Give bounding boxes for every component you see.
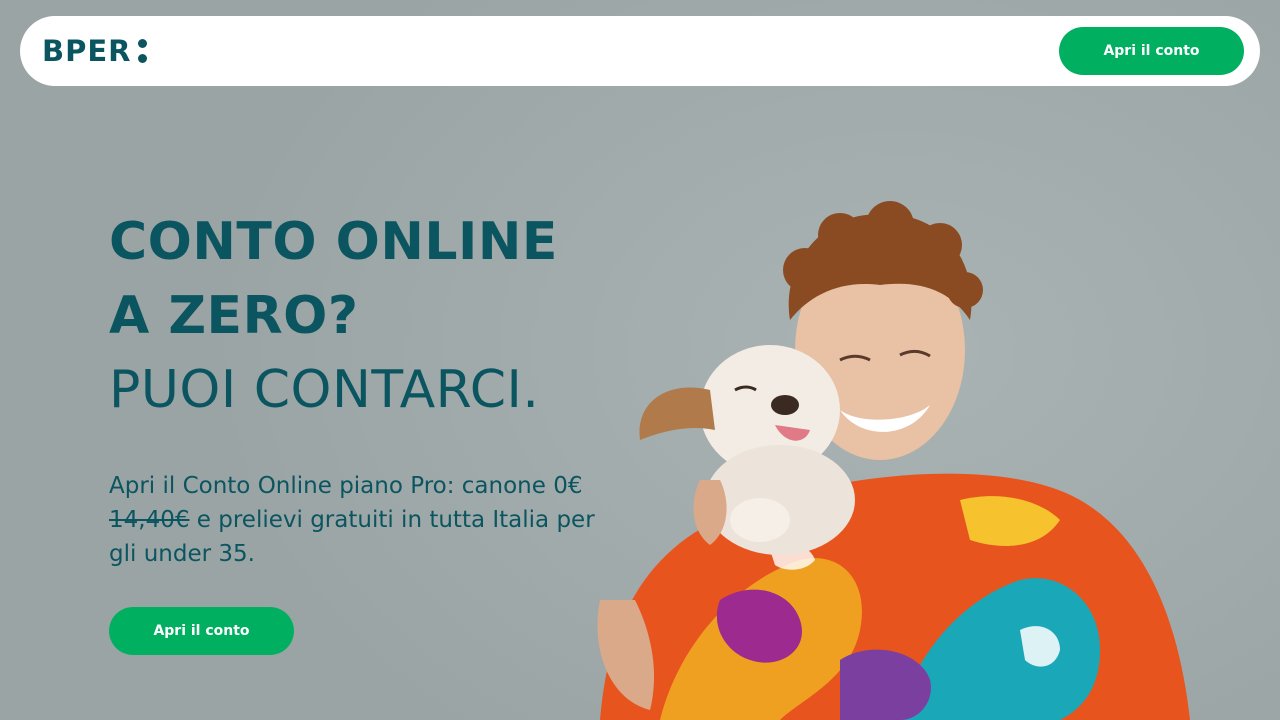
logo-text: BPER xyxy=(42,34,132,68)
site-header: BPER Apri il conto xyxy=(20,16,1260,86)
bper-logo[interactable]: BPER xyxy=(42,32,147,70)
hero-photo-man-with-dog xyxy=(597,201,1190,720)
logo-colon-icon xyxy=(137,39,147,63)
old-price: 14,40€ xyxy=(109,507,190,533)
open-account-button[interactable]: Apri il conto xyxy=(1059,27,1244,75)
hero-open-account-button[interactable]: Apri il conto xyxy=(109,607,294,655)
subtitle-text-1: Apri il Conto Online piano Pro: canone 0… xyxy=(109,473,583,499)
